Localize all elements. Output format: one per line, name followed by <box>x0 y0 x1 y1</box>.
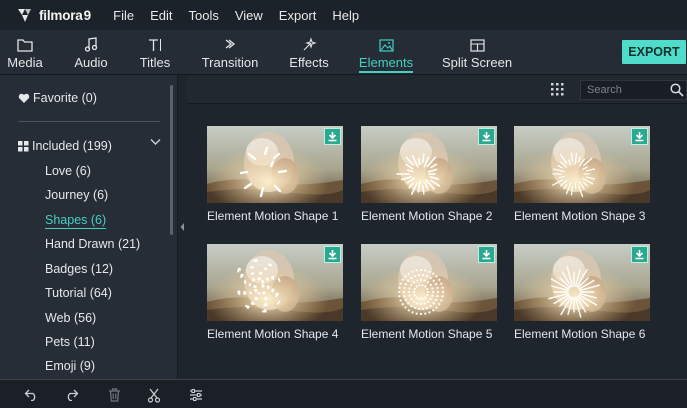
app-name: filmora <box>39 7 83 23</box>
filmora-window: { "app": {"name": "filmora", "version": … <box>0 0 687 408</box>
tab-audio[interactable]: Audio <box>73 30 109 74</box>
sidebar-item-love[interactable]: Love (6) <box>45 164 91 178</box>
grid-view-icon[interactable] <box>551 83 564 96</box>
sidebar-item-shapes[interactable]: Shapes (6) <box>45 213 107 229</box>
app-logo: filmora 9 <box>16 7 91 24</box>
element-thumbnail[interactable] <box>514 244 650 321</box>
thumbnail-image <box>207 126 343 203</box>
element-card[interactable]: Element Motion Shape 5 <box>361 244 497 344</box>
menu-export[interactable]: Export <box>279 8 317 23</box>
download-icon <box>328 250 337 260</box>
element-title: Element Motion Shape 5 <box>361 327 493 341</box>
sidebar-item-badges[interactable]: Badges (12) <box>45 262 113 276</box>
tab-titles[interactable]: Titles <box>138 30 172 74</box>
element-thumbnail[interactable] <box>361 244 497 321</box>
tab-elements[interactable]: Elements <box>358 30 414 74</box>
element-title: Element Motion Shape 3 <box>514 209 646 223</box>
sidebar-scrollbar[interactable] <box>170 85 173 235</box>
sidebar-item-included-label: Included (199) <box>32 139 112 153</box>
element-card[interactable]: Element Motion Shape 1 <box>207 126 343 226</box>
sidebar-item-emoji[interactable]: Emoji (9) <box>45 359 95 373</box>
sidebar-item-included[interactable]: Included (199) <box>18 139 112 153</box>
thumbnail-image <box>207 244 343 321</box>
element-card[interactable]: Element Motion Shape 6 <box>514 244 650 344</box>
search-input[interactable]: Search <box>580 80 687 100</box>
menu-bar: filmora 9 File Edit Tools View Export He… <box>0 0 687 30</box>
thumbnail-image <box>361 244 497 321</box>
menu-help[interactable]: Help <box>332 8 359 23</box>
undo-icon[interactable] <box>24 388 39 401</box>
sidebar-divider <box>18 121 160 122</box>
element-card[interactable]: Element Motion Shape 3 <box>514 126 650 226</box>
redo-icon[interactable] <box>64 388 79 401</box>
download-button[interactable] <box>631 246 648 263</box>
thumbnail-image <box>514 244 650 321</box>
elements-library: Search Element Motion Shape 1 Element Mo… <box>187 75 687 379</box>
chevron-down-icon[interactable] <box>150 138 161 146</box>
heart-icon <box>18 93 30 103</box>
element-thumbnail[interactable] <box>361 126 497 203</box>
search-placeholder: Search <box>587 84 622 96</box>
tab-effects[interactable]: Effects <box>289 30 329 74</box>
download-button[interactable] <box>324 246 341 263</box>
cut-icon[interactable] <box>147 388 161 403</box>
download-icon <box>328 132 337 142</box>
thumbnail-image <box>514 126 650 203</box>
element-thumbnail[interactable] <box>207 126 343 203</box>
download-icon <box>635 132 644 142</box>
thumbnail-image <box>361 126 497 203</box>
download-icon <box>635 250 644 260</box>
download-button[interactable] <box>478 246 495 263</box>
tab-media[interactable]: Media <box>6 30 44 74</box>
sidebar-item-web[interactable]: Web (56) <box>45 311 96 325</box>
image-icon <box>378 39 394 52</box>
sidebar-item-favorite[interactable]: Favorite (0) <box>18 91 97 105</box>
delete-icon[interactable] <box>108 388 121 402</box>
element-card[interactable]: Element Motion Shape 2 <box>361 126 497 226</box>
sidebar-item-favorite-label: Favorite (0) <box>33 91 97 105</box>
tab-split-screen[interactable]: Split Screen <box>442 30 512 74</box>
export-button[interactable]: EXPORT <box>622 40 686 64</box>
download-button[interactable] <box>324 128 341 145</box>
download-button[interactable] <box>478 128 495 145</box>
sidebar-item-hand-drawn[interactable]: Hand Drawn (21) <box>45 237 140 251</box>
titles-icon <box>149 39 161 51</box>
download-icon <box>482 250 491 260</box>
filmora-logo-icon <box>18 8 31 22</box>
download-button[interactable] <box>631 128 648 145</box>
timeline-toolbar <box>0 379 687 408</box>
element-thumbnail[interactable] <box>514 126 650 203</box>
menu-tools[interactable]: Tools <box>188 8 218 23</box>
split-screen-icon <box>469 39 485 52</box>
music-note-icon <box>84 37 98 52</box>
download-icon <box>482 132 491 142</box>
element-title: Element Motion Shape 6 <box>514 327 646 341</box>
effects-icon <box>303 37 317 51</box>
element-title: Element Motion Shape 4 <box>207 327 339 341</box>
module-toolbar: Media Audio Titles Transition Effects El… <box>0 30 687 75</box>
element-title: Element Motion Shape 1 <box>207 209 339 223</box>
menu-file[interactable]: File <box>113 8 134 23</box>
app-version: 9 <box>83 7 92 23</box>
folder-icon <box>17 39 33 52</box>
library-toolbar: Search <box>187 75 687 104</box>
search-icon[interactable] <box>670 83 684 97</box>
element-card[interactable]: Element Motion Shape 4 <box>207 244 343 344</box>
sidebar-item-tutorial[interactable]: Tutorial (64) <box>45 286 112 300</box>
menu-edit[interactable]: Edit <box>150 8 172 23</box>
transition-icon <box>225 39 236 49</box>
tab-transition[interactable]: Transition <box>202 30 258 74</box>
menu-view[interactable]: View <box>235 8 263 23</box>
collapse-panel-icon[interactable] <box>179 222 186 232</box>
grid-icon <box>18 140 29 151</box>
element-thumbnail[interactable] <box>207 244 343 321</box>
category-sidebar: Favorite (0) Included (199) Love (6) Jou… <box>0 75 178 379</box>
element-title: Element Motion Shape 2 <box>361 209 493 223</box>
adjust-icon[interactable] <box>189 388 203 402</box>
sidebar-item-pets[interactable]: Pets (11) <box>45 335 95 349</box>
sidebar-item-journey[interactable]: Journey (6) <box>45 188 108 202</box>
